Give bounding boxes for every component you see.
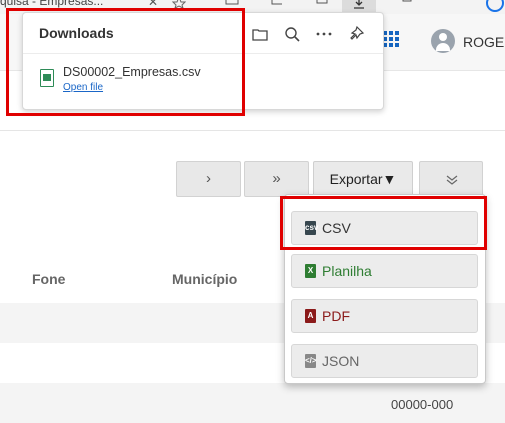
downloads-panel: Downloads DS00002_Empresas.csv Open file [22, 12, 384, 110]
collapse-button[interactable] [419, 161, 483, 197]
export-spreadsheet-option[interactable]: X Planilha [291, 254, 478, 288]
collections-icon[interactable] [315, 0, 329, 8]
close-tab-icon[interactable]: ✕ [148, 0, 158, 9]
downloads-divider [23, 53, 383, 54]
apps-grid-icon[interactable] [383, 31, 401, 49]
double-chevron-down-icon [446, 175, 458, 185]
export-dropdown-button[interactable]: Exportar▼ [313, 161, 413, 197]
next-page-glyph: › [206, 170, 211, 187]
open-file-link[interactable]: Open file [63, 82, 103, 93]
open-folder-icon[interactable] [251, 25, 269, 43]
favorites-icon[interactable] [270, 0, 284, 8]
column-header-fone[interactable]: Fone [32, 271, 65, 287]
search-icon[interactable] [283, 25, 301, 43]
next-page-button[interactable]: › [176, 161, 241, 197]
download-icon [354, 0, 364, 9]
split-screen-icon[interactable] [225, 0, 239, 8]
download-file-name[interactable]: DS00002_Empresas.csv [63, 65, 201, 79]
more-options-icon[interactable] [315, 25, 333, 43]
export-pdf-option[interactable]: A PDF [291, 299, 478, 333]
user-name[interactable]: ROGER [463, 34, 505, 50]
export-csv-option[interactable]: csv CSV [291, 211, 478, 245]
export-json-label: JSON [322, 353, 360, 369]
export-csv-label: CSV [322, 220, 351, 236]
export-spreadsheet-label: Planilha [322, 263, 372, 279]
pin-icon[interactable] [347, 25, 365, 43]
browser-tab-title[interactable]: quisa - Empresas... [0, 0, 103, 8]
csv-icon: csv [305, 221, 318, 235]
spreadsheet-icon: X [305, 264, 316, 278]
column-header-municipio[interactable]: Município [172, 271, 237, 287]
last-page-button[interactable]: » [244, 161, 309, 197]
extensions-icon[interactable] [400, 0, 414, 8]
downloads-title: Downloads [39, 25, 114, 41]
cell-cep: 00000-000 [391, 397, 454, 412]
header-divider [0, 130, 505, 131]
favorite-star-icon[interactable] [172, 0, 186, 8]
csv-file-icon [40, 69, 54, 87]
export-json-option[interactable]: </> JSON [291, 344, 478, 378]
export-label: Exportar▼ [329, 171, 397, 187]
user-avatar[interactable] [431, 29, 455, 53]
pdf-icon: A [305, 309, 316, 323]
export-pdf-label: PDF [322, 308, 350, 324]
json-icon: </> [305, 354, 317, 368]
last-page-glyph: » [272, 170, 281, 187]
export-menu: csv CSV X Planilha A PDF </> JSON [284, 194, 486, 384]
edge-profile-icon[interactable] [486, 0, 504, 12]
